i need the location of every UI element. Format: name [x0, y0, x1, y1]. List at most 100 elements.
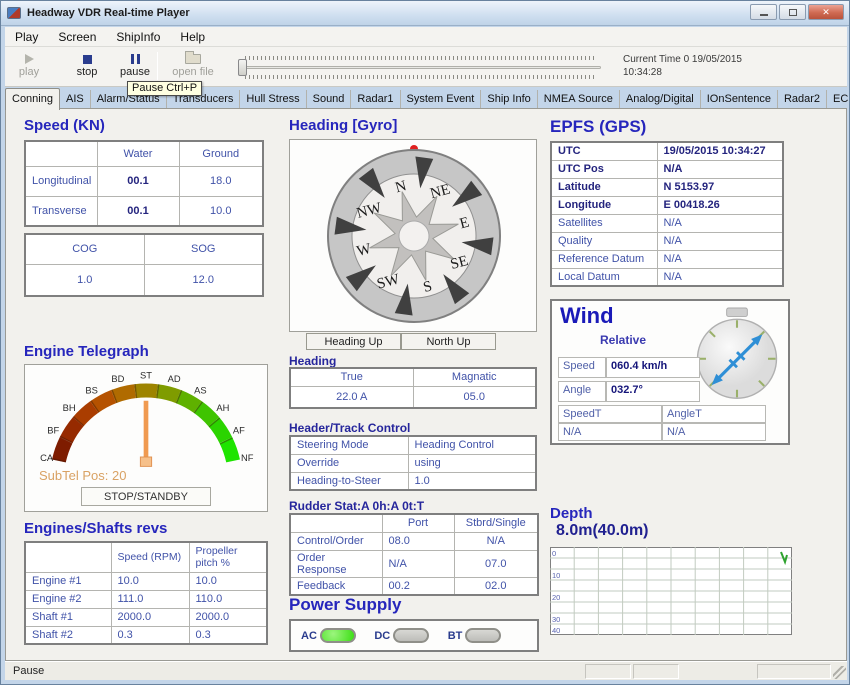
minimize-icon	[760, 14, 768, 16]
menu-bar: Play Screen ShipInfo Help	[5, 27, 847, 47]
heading-title: Heading	[289, 354, 336, 368]
wind-panel: Wind Relative	[550, 299, 790, 445]
time-slider-thumb[interactable]	[238, 59, 247, 76]
svg-text:0: 0	[552, 549, 556, 558]
table-row: UTC19/05/2015 10:34:27	[551, 142, 783, 160]
engines-title: Engines/Shafts revs	[24, 520, 167, 537]
svg-text:NF: NF	[241, 453, 254, 463]
compass-rose: N NE E SE S SW W NW	[309, 141, 519, 331]
current-time: Current Time 0 19/05/2015 10:34:28	[623, 53, 823, 79]
play-button[interactable]: play	[7, 50, 51, 78]
table-row: Reference DatumN/A	[551, 250, 783, 268]
menu-screen[interactable]: Screen	[48, 28, 106, 46]
play-icon	[25, 54, 34, 64]
tab-hull-stress[interactable]: Hull Stress	[240, 90, 306, 109]
table-row: Shaft #2 0.3 0.3	[25, 626, 267, 644]
wind-speedt-value: N/A	[558, 423, 662, 441]
table-row: UTC PosN/A	[551, 160, 783, 178]
stop-standby-button[interactable]: STOP/STANDBY	[81, 487, 211, 506]
time-slider[interactable]	[241, 66, 601, 69]
menu-play[interactable]: Play	[5, 28, 48, 46]
title-bar[interactable]: Headway VDR Real-time Player ✕	[1, 1, 849, 26]
table-row: Transverse 00.1 10.0	[25, 196, 263, 226]
tab-radar2[interactable]: Radar2	[778, 90, 827, 109]
svg-text:BH: BH	[63, 403, 76, 413]
table-row: Order Response N/A 07.0	[290, 550, 538, 577]
tab-sound[interactable]: Sound	[307, 90, 352, 109]
tab-analog-digital[interactable]: Analog/Digital	[620, 90, 701, 109]
tab-conning[interactable]: Conning	[5, 88, 60, 110]
tab-nmea-source[interactable]: NMEA Source	[538, 90, 620, 109]
close-icon: ✕	[822, 7, 830, 18]
speed-table: Water Ground Longitudinal 00.1 18.0 Tran…	[24, 140, 264, 227]
stop-icon	[83, 55, 92, 64]
tab-radar1[interactable]: Radar1	[351, 90, 400, 109]
table-row: 22.0 A 05.0	[290, 386, 536, 408]
rudder-title: Rudder Stat:A 0h:A 0t:T	[289, 499, 424, 513]
svg-text:40: 40	[552, 626, 560, 635]
tab-ship-info[interactable]: Ship Info	[481, 90, 537, 109]
table-row: SatellitesN/A	[551, 214, 783, 232]
wind-angle-label: Angle	[558, 381, 606, 402]
svg-text:CA: CA	[40, 453, 54, 463]
north-up-button[interactable]: North Up	[401, 333, 496, 350]
close-button[interactable]: ✕	[808, 4, 844, 20]
depth-title: Depth	[550, 505, 593, 522]
svg-text:AS: AS	[194, 385, 206, 395]
tab-system-event[interactable]: System Event	[401, 90, 482, 109]
subtel-position: SubTel Pos: 20	[39, 468, 126, 483]
svg-text:BF: BF	[47, 426, 59, 436]
svg-text:AF: AF	[233, 426, 245, 436]
table-row: Engine #1 10.0 10.0	[25, 572, 267, 590]
speed-title: Speed (KN)	[24, 117, 105, 134]
wind-title: Wind	[560, 303, 614, 329]
bt-led	[465, 628, 501, 643]
svg-text:10: 10	[552, 571, 560, 580]
wind-anglet-label: AngleT	[662, 405, 766, 423]
menu-shipinfo[interactable]: ShipInfo	[106, 28, 170, 46]
engine-telegraph-title: Engine Telegraph	[24, 343, 149, 360]
maximize-button[interactable]	[779, 4, 806, 20]
tab-ais[interactable]: AIS	[60, 90, 91, 109]
track-control-title: Header/Track Control	[289, 421, 410, 435]
table-row: Heading-to-Steer 1.0	[290, 472, 536, 490]
app-window: Headway VDR Real-time Player ✕ Play Scre…	[0, 0, 850, 685]
svg-text:BD: BD	[111, 374, 124, 384]
wind-speed-value: 060.4 km/h	[606, 357, 700, 378]
tab-ecdis1[interactable]: ECDIS1	[827, 90, 850, 109]
toolbar-separator	[157, 52, 158, 80]
menu-help[interactable]: Help	[170, 28, 215, 46]
app-icon	[7, 7, 21, 19]
table-row: 1.0 12.0	[25, 264, 263, 296]
stop-button[interactable]: stop	[65, 50, 109, 78]
svg-text:30: 30	[552, 615, 560, 624]
ac-led	[320, 628, 356, 643]
wind-angle-value: 032.7°	[606, 381, 700, 402]
gyro-title: Heading [Gyro]	[289, 117, 397, 134]
svg-text:AH: AH	[216, 403, 229, 413]
pause-tooltip: Pause Ctrl+P	[127, 81, 202, 96]
maximize-icon	[789, 9, 797, 16]
gyro-compass-panel: N NE E SE S SW W NW	[289, 139, 537, 332]
epfs-table: UTC19/05/2015 10:34:27 UTC PosN/A Latitu…	[550, 141, 784, 287]
resize-grip[interactable]	[833, 666, 846, 679]
table-row: Feedback 00.2 02.0	[290, 577, 538, 595]
table-row: LatitudeN 5153.97	[551, 178, 783, 196]
heading-up-button[interactable]: Heading Up	[306, 333, 401, 350]
power-supply-panel: AC DC BT	[289, 619, 539, 652]
window-title: Headway VDR Real-time Player	[27, 7, 190, 19]
gauge-top-tab	[727, 308, 748, 316]
open-file-icon	[185, 54, 201, 64]
minimize-button[interactable]	[750, 4, 777, 20]
power-supply-title: Power Supply	[289, 595, 401, 615]
wind-speedt-label: SpeedT	[558, 405, 662, 423]
svg-text:ST: ST	[140, 370, 152, 380]
svg-text:20: 20	[552, 593, 560, 602]
table-row: QualityN/A	[551, 232, 783, 250]
engine-telegraph-gauge: CA BF BH BS BD ST AD AS AH AF NF	[26, 367, 266, 472]
tab-ionsentence[interactable]: IOnSentence	[701, 90, 778, 109]
dc-led	[393, 628, 429, 643]
pause-button[interactable]: pause	[113, 50, 157, 78]
pause-icon	[131, 54, 140, 64]
open-file-button[interactable]: open file	[165, 50, 221, 78]
